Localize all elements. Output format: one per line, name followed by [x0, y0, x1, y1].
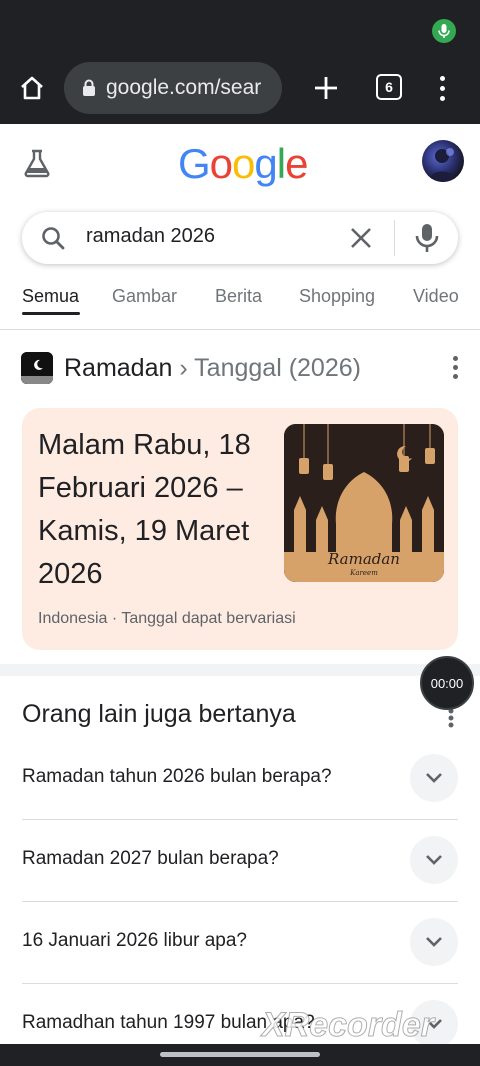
recorder-watermark: XRecorder [262, 1006, 435, 1045]
paa-question: Ramadan tahun 2026 bulan berapa? [22, 766, 332, 787]
search-divider [394, 220, 395, 256]
image-sublabel: Kareem [349, 569, 378, 577]
paa-item[interactable]: 16 Januari 2026 libur apa? [22, 902, 458, 984]
microphone-icon[interactable] [414, 222, 440, 259]
paa-item[interactable]: Ramadan 2027 bulan berapa? [22, 820, 458, 902]
google-logo-letter: e [285, 140, 308, 187]
browser-toolbar: google.com/sear 6 [0, 56, 480, 124]
tab-gambar[interactable]: Gambar [112, 286, 177, 307]
home-gesture-handle[interactable] [160, 1052, 320, 1057]
url-text: google.com/sear [106, 76, 262, 99]
search-box[interactable]: ramadan 2026 [22, 212, 458, 264]
result-title-main: Ramadan [64, 354, 173, 382]
ramadan-date-card[interactable]: Malam Rabu, 18 Februari 2026 – Kamis, 19… [22, 408, 458, 650]
mic-indicator-icon [432, 19, 456, 43]
result-title[interactable]: Ramadan › Tanggal (2026) [64, 354, 361, 383]
google-logo-letter: l [276, 140, 286, 187]
tab-shopping[interactable]: Shopping [299, 286, 375, 307]
google-logo-letter: G [178, 140, 211, 187]
account-avatar[interactable] [422, 140, 464, 182]
url-bar[interactable]: google.com/sear [64, 62, 282, 114]
clear-search-icon[interactable] [348, 225, 374, 256]
search-tabs: Semua Gambar Berita Shopping Video [0, 272, 480, 330]
tab-berita[interactable]: Berita [215, 286, 262, 307]
new-tab-button[interactable] [306, 68, 346, 108]
tab-video[interactable]: Video [413, 286, 459, 307]
google-logo[interactable]: Google [178, 140, 308, 188]
status-bar [0, 0, 480, 56]
result-more-options-icon[interactable] [450, 356, 460, 382]
result-header: Ramadan › Tanggal (2026) [0, 346, 480, 392]
ramadan-thumbnail-icon [21, 352, 53, 384]
lock-icon [83, 79, 95, 96]
recording-timer-badge[interactable]: 00:00 [420, 656, 474, 710]
tab-semua[interactable]: Semua [22, 286, 79, 307]
google-header: Google [0, 124, 480, 204]
tab-switcher-button[interactable]: 6 [376, 74, 402, 100]
paa-question: 16 Januari 2026 libur apa? [22, 930, 248, 951]
home-icon[interactable] [14, 70, 50, 106]
chevron-down-icon[interactable] [410, 754, 458, 802]
paa-title: Orang lain juga bertanya [22, 700, 296, 728]
search-input[interactable]: ramadan 2026 [86, 225, 215, 248]
system-nav-bar [0, 1044, 480, 1066]
chevron-down-icon[interactable] [410, 918, 458, 966]
result-title-sub: › Tanggal (2026) [179, 354, 361, 382]
search-icon [40, 225, 66, 256]
google-logo-letter: g [254, 140, 277, 187]
chevron-down-icon[interactable] [410, 836, 458, 884]
ramadan-date-note: Indonesia · Tanggal dapat bervariasi [38, 610, 296, 627]
ramadan-kareem-image[interactable]: Ramadan Kareem [284, 424, 444, 582]
labs-flask-icon[interactable] [22, 148, 52, 183]
paa-more-options-icon[interactable] [446, 708, 456, 733]
section-divider [0, 664, 480, 676]
active-tab-indicator [22, 312, 80, 315]
paa-item[interactable]: Ramadan tahun 2026 bulan berapa? [22, 738, 458, 820]
browser-menu-button[interactable] [430, 70, 454, 106]
paa-question: Ramadan 2027 bulan berapa? [22, 848, 279, 869]
google-logo-letter: o [209, 140, 233, 187]
image-label: Ramadan [327, 550, 400, 568]
ramadan-date-text: Malam Rabu, 18 Februari 2026 – Kamis, 19… [38, 429, 251, 590]
google-logo-letter: o [232, 140, 255, 187]
